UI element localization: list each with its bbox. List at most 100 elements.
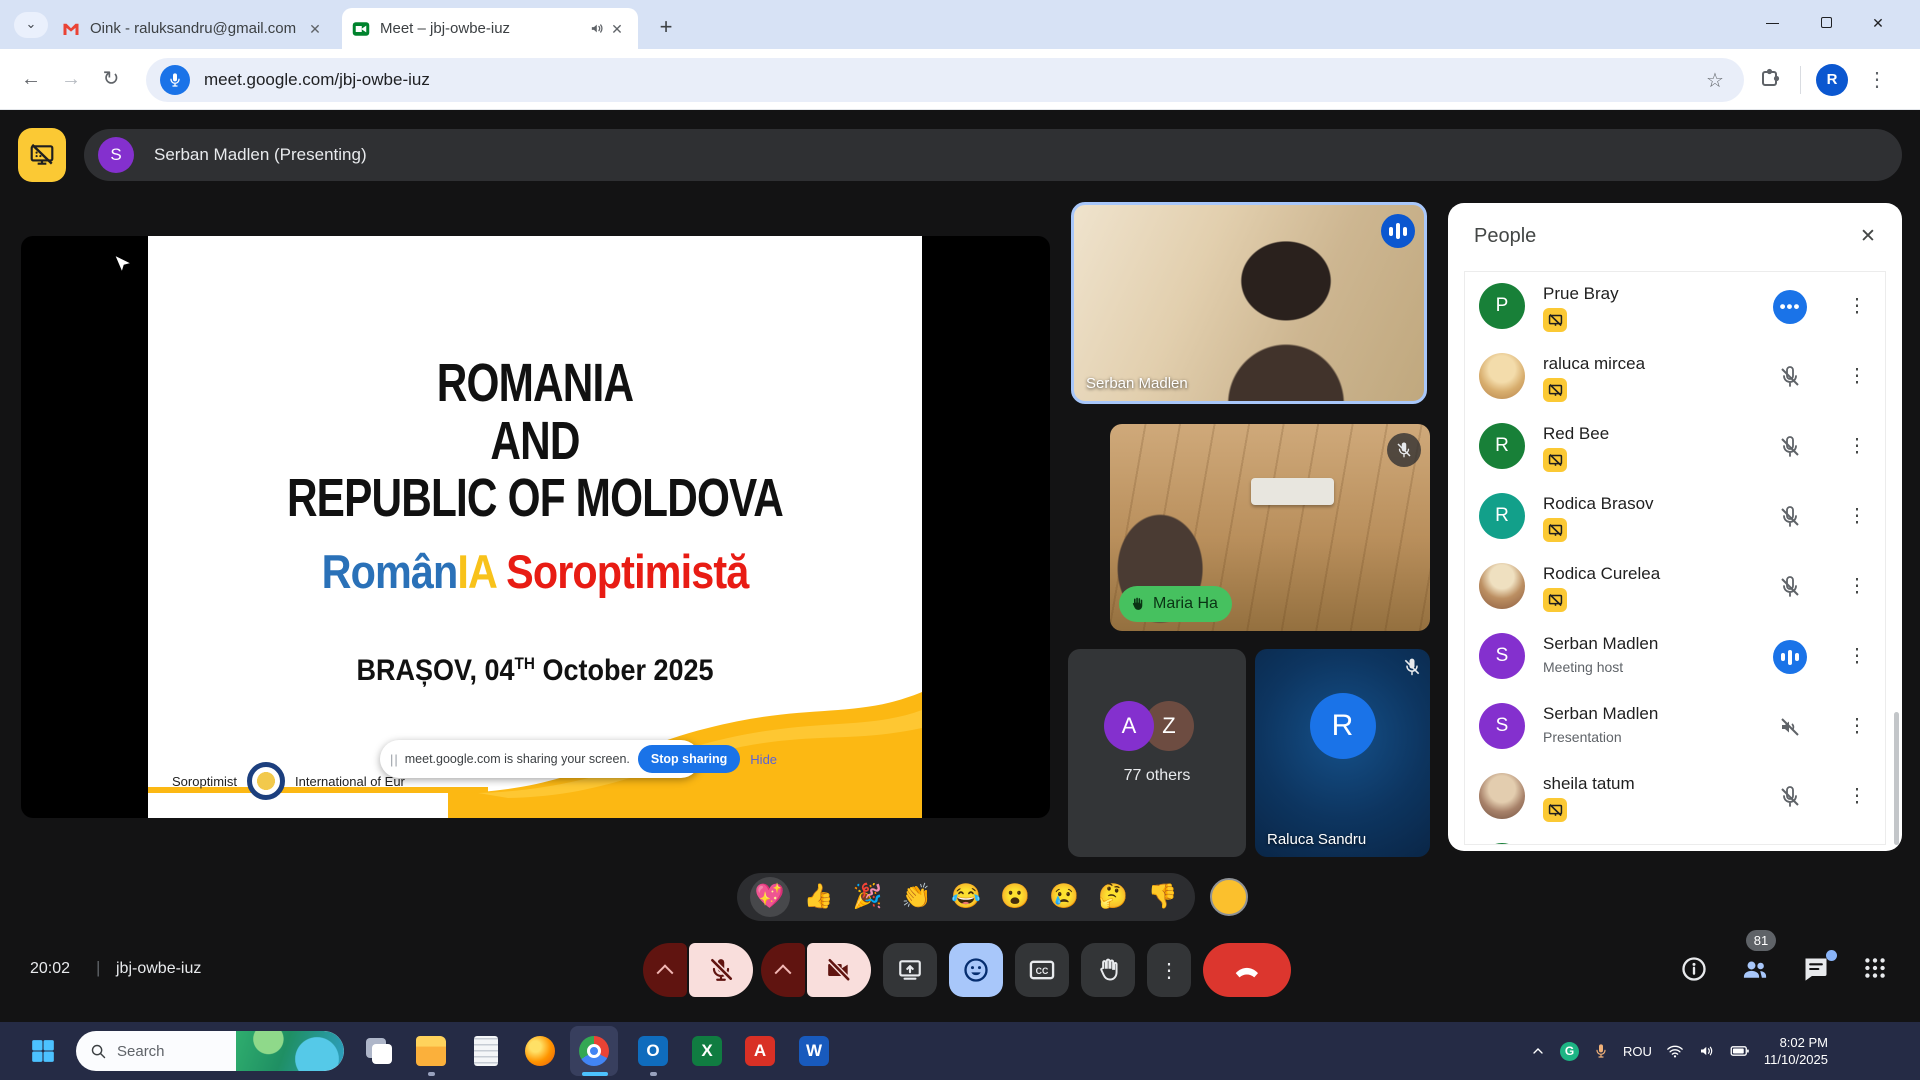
captions-button[interactable]: CC	[1015, 943, 1069, 997]
word-icon[interactable]: W	[793, 1030, 835, 1072]
participant-row[interactable]: S Serban Madlen Meeting host •••	[1465, 622, 1885, 692]
emoji-reaction-button[interactable]: 💖	[750, 877, 790, 917]
hide-toast-link[interactable]: Hide	[750, 752, 777, 767]
site-mic-permission-icon[interactable]	[160, 65, 190, 95]
taskbar-search-box[interactable]: Search	[76, 1031, 344, 1071]
mic-off-icon[interactable]	[1773, 780, 1807, 814]
mic-off-icon	[1387, 433, 1421, 467]
tab-gmail[interactable]: Oink - raluksandru@gmail.com ✕	[52, 8, 336, 49]
presentation-paused-icon[interactable]	[18, 128, 66, 182]
taskbar-clock[interactable]: 8:02 PM 11/10/2025	[1764, 1034, 1828, 1068]
participant-row[interactable]: R Red Bee •••	[1465, 412, 1885, 482]
screen: ⌄ Oink - raluksandru@gmail.com ✕ Meet – …	[0, 0, 1920, 1080]
window-minimize-button[interactable]	[1752, 8, 1792, 38]
tray-chevron-up-icon[interactable]	[1530, 1043, 1546, 1059]
people-panel-icon[interactable]	[1740, 955, 1770, 983]
participant-menu-icon[interactable]: ⋮	[1843, 712, 1871, 742]
self-video-tile[interactable]: R Raluca Sandru	[1255, 649, 1430, 857]
browser-profile-avatar[interactable]: R	[1816, 64, 1848, 96]
participant-row[interactable]: raluca mircea •••	[1465, 342, 1885, 412]
start-button[interactable]	[22, 1030, 64, 1072]
volume-off-icon[interactable]	[1773, 710, 1807, 744]
tray-green-app-icon[interactable]: G	[1560, 1042, 1579, 1061]
video-tile-secondary[interactable]: Maria Ha	[1110, 424, 1430, 631]
participant-row[interactable]: sheila tatum •••	[1465, 762, 1885, 832]
tab-close-button[interactable]: ✕	[304, 18, 326, 40]
window-maximize-button[interactable]	[1806, 8, 1846, 38]
reload-button[interactable]: ↻	[94, 63, 128, 97]
slide-footer-left: Soroptimist	[172, 774, 237, 789]
participant-menu-icon[interactable]: ⋮	[1843, 572, 1871, 602]
reactions-toggle-button[interactable]	[949, 943, 1003, 997]
file-explorer-icon[interactable]	[410, 1030, 452, 1072]
camera-options-chevron-button[interactable]	[761, 943, 805, 997]
participant-menu-icon[interactable]: ⋮	[1843, 292, 1871, 322]
input-language-indicator[interactable]: ROU	[1623, 1044, 1652, 1059]
emoji-reaction-button[interactable]: 👍	[799, 877, 839, 917]
participant-row[interactable]: •••	[1465, 832, 1885, 845]
participant-menu-icon[interactable]: ⋮	[1843, 362, 1871, 392]
chat-panel-icon[interactable]	[1802, 955, 1830, 983]
firefox-icon[interactable]	[519, 1030, 561, 1072]
window-close-button[interactable]: ✕	[1858, 8, 1898, 38]
red-app-icon[interactable]: A	[739, 1030, 781, 1072]
task-view-button[interactable]	[358, 1030, 400, 1072]
clock-date: 11/10/2025	[1764, 1051, 1828, 1068]
camera-off-button[interactable]	[807, 943, 871, 997]
tab-meet[interactable]: Meet – jbj-owbe-iuz ✕	[342, 8, 638, 49]
more-options-button[interactable]: ⋮	[1147, 943, 1191, 997]
stop-sharing-button[interactable]: Stop sharing	[638, 745, 740, 773]
toast-drag-handle[interactable]: ||	[390, 752, 399, 767]
participant-row[interactable]: R Rodica Brasov •••	[1465, 482, 1885, 552]
end-call-button[interactable]	[1203, 943, 1291, 997]
participant-row[interactable]: P Prue Bray •••	[1465, 272, 1885, 342]
emoji-reaction-button[interactable]: 😮	[995, 877, 1035, 917]
participant-menu-icon[interactable]: ⋮	[1843, 502, 1871, 532]
mic-off-icon[interactable]	[1773, 500, 1807, 534]
chrome-icon[interactable]	[573, 1030, 615, 1072]
back-button[interactable]: ←	[14, 63, 48, 97]
emoji-reaction-button[interactable]: 😂	[946, 877, 986, 917]
tab-audio-icon[interactable]	[589, 20, 606, 37]
overflow-participants-tile[interactable]: A Z 77 others	[1068, 649, 1246, 857]
notepad-icon[interactable]	[465, 1030, 507, 1072]
volume-icon[interactable]	[1698, 1042, 1716, 1060]
emoji-reaction-button[interactable]: 😢	[1044, 877, 1084, 917]
emoji-reaction-button[interactable]: 🤔	[1093, 877, 1133, 917]
participant-menu-icon[interactable]: ⋮	[1843, 782, 1871, 812]
forward-button[interactable]: →	[54, 63, 88, 97]
outlook-icon[interactable]: O	[632, 1030, 674, 1072]
skin-tone-selector-button[interactable]	[1210, 878, 1248, 916]
participant-menu-icon[interactable]: ⋮	[1843, 642, 1871, 672]
address-bar[interactable]: meet.google.com/jbj-owbe-iuz ☆	[146, 58, 1744, 102]
meeting-info-icon[interactable]	[1680, 955, 1708, 983]
scrollbar-thumb[interactable]	[1894, 712, 1899, 845]
tab-close-button[interactable]: ✕	[606, 18, 628, 40]
tray-mic-in-use-icon[interactable]	[1593, 1043, 1609, 1059]
present-screen-button[interactable]	[883, 943, 937, 997]
tab-search-caret-button[interactable]: ⌄	[14, 12, 48, 38]
emoji-reaction-button[interactable]: 🎉	[848, 877, 888, 917]
browser-menu-icon[interactable]: ⋮	[1862, 63, 1892, 97]
mic-off-icon[interactable]	[1773, 570, 1807, 604]
mic-muted-button[interactable]	[689, 943, 753, 997]
mic-options-chevron-button[interactable]	[643, 943, 687, 997]
bookmark-star-icon[interactable]: ☆	[1700, 68, 1730, 93]
participant-row[interactable]: Rodica Curelea •••	[1465, 552, 1885, 622]
participant-menu-icon[interactable]: ⋮	[1843, 432, 1871, 462]
extensions-icon[interactable]	[1758, 64, 1782, 88]
battery-icon[interactable]	[1730, 1042, 1750, 1060]
close-people-panel-button[interactable]: ✕	[1854, 223, 1882, 251]
excel-icon[interactable]: X	[686, 1030, 728, 1072]
new-tab-button[interactable]: +	[652, 14, 680, 42]
activities-grid-icon[interactable]	[1862, 955, 1888, 981]
raise-hand-button[interactable]	[1081, 943, 1135, 997]
mic-off-icon[interactable]	[1773, 360, 1807, 394]
search-highlight-image[interactable]	[236, 1031, 345, 1071]
participant-row[interactable]: S Serban Madlen Presentation •••	[1465, 692, 1885, 762]
emoji-reaction-button[interactable]: 👎	[1142, 877, 1182, 917]
wifi-icon[interactable]	[1666, 1042, 1684, 1060]
video-tile-main-speaker[interactable]: Serban Madlen	[1071, 202, 1427, 404]
mic-off-icon[interactable]	[1773, 430, 1807, 464]
emoji-reaction-button[interactable]: 👏	[897, 877, 937, 917]
